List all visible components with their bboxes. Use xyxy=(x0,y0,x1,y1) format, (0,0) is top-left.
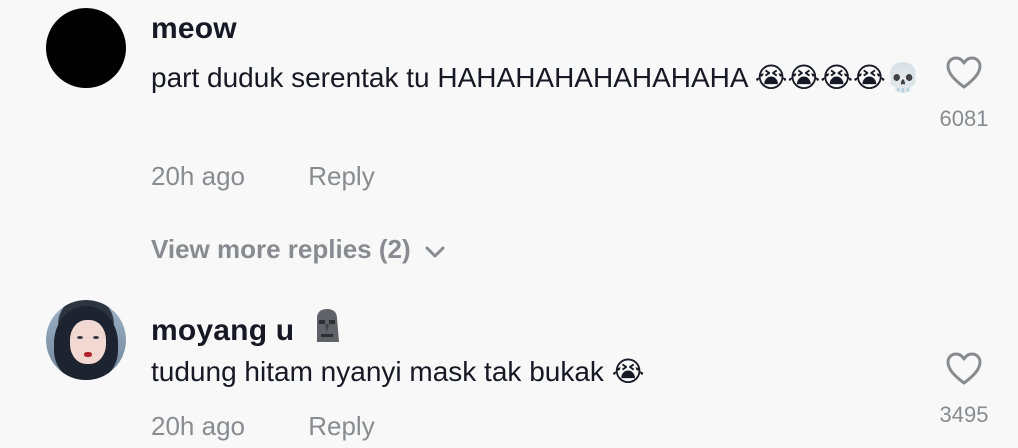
comment-timestamp: 20h ago xyxy=(151,411,245,441)
view-more-replies-button[interactable]: View more replies (2) xyxy=(151,234,445,265)
comment-timestamp: 20h ago xyxy=(151,161,245,191)
comment-item: meow part duduk serentak tu HAHAHAHAHAHA… xyxy=(0,0,1018,220)
comment-username[interactable]: meow xyxy=(151,12,237,46)
reply-button[interactable]: Reply xyxy=(308,411,374,441)
avatar[interactable] xyxy=(46,8,126,88)
username-text: moyang u xyxy=(151,314,295,347)
comment-text: tudung hitam nyanyi mask tak bukak 😭 xyxy=(151,356,645,387)
like-count: 6081 xyxy=(939,106,989,131)
moai-emoji-icon xyxy=(309,308,343,352)
heart-icon[interactable] xyxy=(929,352,999,386)
comment-text: part duduk serentak tu HAHAHAHAHAHAHAHA … xyxy=(151,62,921,93)
comment-item: moyang u tudung hitam nyanyi mask tak bu… xyxy=(0,290,1018,448)
comment-username[interactable]: moyang u xyxy=(151,308,343,352)
avatar[interactable] xyxy=(46,300,126,380)
comment-meta: 20h ago Reply xyxy=(151,411,375,442)
view-more-label: View more replies (2) xyxy=(151,234,411,264)
heart-icon[interactable] xyxy=(929,56,999,90)
like-group: 6081 xyxy=(929,56,999,132)
like-count: 3495 xyxy=(939,402,989,427)
reply-button[interactable]: Reply xyxy=(308,161,374,191)
like-group: 3495 xyxy=(929,352,999,428)
chevron-down-icon xyxy=(411,234,445,265)
comment-meta: 20h ago Reply xyxy=(151,161,375,192)
